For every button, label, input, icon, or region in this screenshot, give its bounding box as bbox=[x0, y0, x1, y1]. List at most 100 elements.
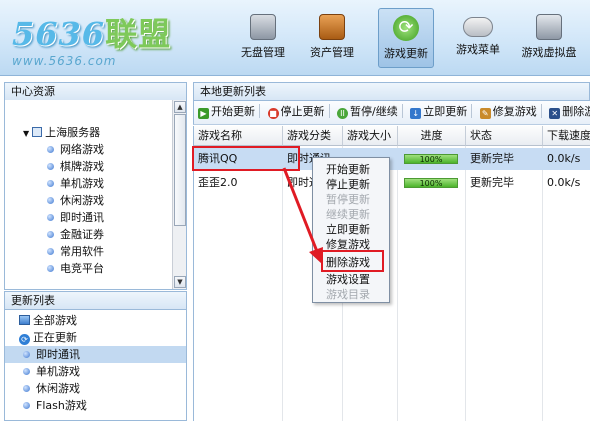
bullet-icon bbox=[23, 402, 30, 409]
logo: 5636联盟 www.5636.com bbox=[12, 15, 182, 68]
bullet-icon bbox=[23, 351, 30, 358]
update-list-header: 更新列表 bbox=[4, 291, 187, 310]
list-item-im-selected[interactable]: 即时通讯 bbox=[5, 346, 186, 363]
list-item-label: 休闲游戏 bbox=[36, 382, 80, 395]
bullet-icon bbox=[47, 180, 54, 187]
menu-item-update-now[interactable]: 立即更新 bbox=[313, 222, 391, 237]
logo-cn: 联盟 bbox=[105, 15, 172, 53]
button-label: 删除游 bbox=[562, 105, 590, 118]
menu-item-pause-update: 暂停更新 bbox=[326, 193, 370, 206]
nav-label: 游戏虚拟盘 bbox=[521, 46, 577, 59]
tree-item[interactable]: 金融证券 bbox=[47, 226, 104, 243]
column-header[interactable]: 游戏名称 bbox=[194, 126, 283, 146]
nav-label: 资产管理 bbox=[310, 46, 354, 59]
column-header[interactable]: 下载速度 bbox=[543, 126, 590, 146]
list-item[interactable]: 单机游戏 bbox=[23, 363, 80, 380]
delete-icon: ✕ bbox=[549, 108, 561, 119]
button-label: 立即更新 bbox=[423, 105, 468, 118]
toolbar-separator bbox=[401, 104, 403, 118]
scroll-down-icon[interactable]: ▼ bbox=[174, 276, 186, 288]
bullet-icon bbox=[47, 146, 54, 153]
bullet-icon bbox=[23, 368, 30, 375]
list-item-label: 全部游戏 bbox=[33, 314, 77, 327]
menu-item-start-update[interactable]: 开始更新 bbox=[313, 162, 391, 177]
progress-bar: 100% bbox=[404, 178, 458, 188]
top-banner: 5636联盟 www.5636.com 无盘管理 资产管理 ⟳ 游戏更新 游戏菜… bbox=[0, 0, 590, 76]
column-header[interactable]: 进度 bbox=[398, 126, 466, 146]
toolbar-separator bbox=[328, 104, 330, 118]
cell-status: 更新完毕 bbox=[470, 176, 514, 189]
tree-item[interactable]: 电竞平台 bbox=[47, 260, 104, 277]
toolbar: ▶开始更新 ■停止更新 II暂停/继续 ↓立即更新 ✎修复游戏 ✕删除游 bbox=[193, 101, 590, 125]
delete-game-button[interactable]: ✕删除游 bbox=[545, 101, 590, 123]
table-row[interactable]: 歪歪2.0 即时通讯 100% 更新完毕 0.0k/s bbox=[194, 172, 590, 194]
tree-node-server[interactable]: ▼ 上海服务器 bbox=[23, 124, 100, 141]
bullet-icon bbox=[47, 231, 54, 238]
button-label: 停止更新 bbox=[280, 105, 325, 118]
refresh-small-icon: ⟳ bbox=[19, 334, 30, 345]
tree-item-label: 金融证券 bbox=[60, 228, 104, 241]
update-list: 全部游戏 ⟳ 正在更新 即时通讯 单机游戏 休闲游戏 Flash游戏 bbox=[4, 310, 187, 421]
cell-name: 歪歪2.0 bbox=[198, 176, 238, 189]
nav-game-menu[interactable]: 游戏菜单 bbox=[450, 8, 506, 68]
progress-bar: 100% bbox=[404, 154, 458, 164]
center-resources-tree: ▼ 上海服务器 网络游戏 棋牌游戏 单机游戏 休闲游戏 即时通讯 金融证券 常用软… bbox=[4, 100, 187, 290]
tree-item[interactable]: 单机游戏 bbox=[47, 175, 104, 192]
tree-item-label: 休闲游戏 bbox=[60, 194, 104, 207]
tree-item[interactable]: 常用软件 bbox=[47, 243, 104, 260]
cell-speed: 0.0k/s bbox=[547, 152, 581, 165]
repair-game-button[interactable]: ✎ 修复游戏 bbox=[476, 101, 541, 123]
bullet-icon bbox=[47, 248, 54, 255]
tree-item-label: 常用软件 bbox=[60, 245, 104, 258]
nav-label: 无盘管理 bbox=[241, 46, 285, 59]
tree-item[interactable]: 网络游戏 bbox=[47, 141, 104, 158]
menu-item-game-settings[interactable]: 游戏设置 bbox=[313, 272, 391, 287]
stop-update-button[interactable]: ■ 停止更新 bbox=[264, 101, 329, 123]
gamepad-icon bbox=[463, 17, 493, 37]
menu-item-stop-update[interactable]: 停止更新 bbox=[313, 177, 391, 192]
briefcase-icon bbox=[319, 14, 345, 40]
toolbar-separator bbox=[259, 104, 260, 118]
column-header[interactable]: 游戏分类 bbox=[283, 126, 343, 146]
start-update-button[interactable]: ▶ 开始更新 bbox=[194, 101, 259, 123]
tree-item-label: 单机游戏 bbox=[60, 177, 104, 190]
play-icon: ▶ bbox=[198, 108, 209, 119]
panel-title: 更新列表 bbox=[11, 294, 55, 307]
nav-label: 游戏更新 bbox=[384, 47, 428, 60]
list-item-updating[interactable]: ⟳ 正在更新 bbox=[19, 329, 77, 346]
column-header[interactable]: 状态 bbox=[466, 126, 543, 146]
button-label: 修复游戏 bbox=[492, 105, 537, 118]
tree-item[interactable]: 棋牌游戏 bbox=[47, 158, 104, 175]
server-label: 上海服务器 bbox=[45, 126, 101, 139]
toolbar-separator bbox=[471, 104, 473, 118]
collapse-triangle-icon[interactable]: ▼ bbox=[23, 129, 29, 138]
context-menu: 开始更新 停止更新 暂停更新 继续更新 立即更新 修复游戏 删除游戏 游戏设置 … bbox=[312, 157, 390, 303]
local-update-list-header: 本地更新列表 bbox=[193, 82, 590, 101]
scroll-up-icon[interactable]: ▲ bbox=[174, 101, 186, 113]
nav-label: 游戏菜单 bbox=[456, 43, 500, 56]
pause-resume-button[interactable]: II 暂停/继续 bbox=[333, 101, 402, 123]
bullet-icon bbox=[47, 163, 54, 170]
list-item-label: 正在更新 bbox=[33, 331, 77, 344]
update-now-button[interactable]: ↓ 立即更新 bbox=[406, 101, 471, 123]
scroll-thumb[interactable] bbox=[174, 114, 186, 226]
bullet-icon bbox=[47, 265, 54, 272]
highlight-row-box bbox=[192, 146, 300, 171]
tree-scrollbar[interactable]: ▲ ▼ bbox=[172, 100, 186, 289]
list-item[interactable]: 休闲游戏 bbox=[23, 380, 80, 397]
column-header[interactable]: 游戏大小 bbox=[343, 126, 398, 146]
list-item-all-games[interactable]: 全部游戏 bbox=[19, 312, 77, 329]
tree-item[interactable]: 即时通讯 bbox=[47, 209, 104, 226]
disk-icon bbox=[250, 14, 276, 40]
tree-item-label: 即时通讯 bbox=[60, 211, 104, 224]
nav-game-update[interactable]: ⟳ 游戏更新 bbox=[378, 8, 434, 68]
list-item[interactable]: Flash游戏 bbox=[23, 397, 87, 414]
tree-item-label: 电竞平台 bbox=[60, 262, 104, 275]
nav-virtual-disk[interactable]: 游戏虚拟盘 bbox=[521, 8, 577, 68]
nav-asset-management[interactable]: 资产管理 bbox=[304, 8, 360, 68]
panel-title: 中心资源 bbox=[11, 85, 55, 98]
nav-disk-management[interactable]: 无盘管理 bbox=[235, 8, 291, 68]
tree-item[interactable]: 休闲游戏 bbox=[47, 192, 104, 209]
bullet-icon bbox=[47, 214, 54, 221]
center-resources-header: 中心资源 bbox=[4, 82, 187, 101]
